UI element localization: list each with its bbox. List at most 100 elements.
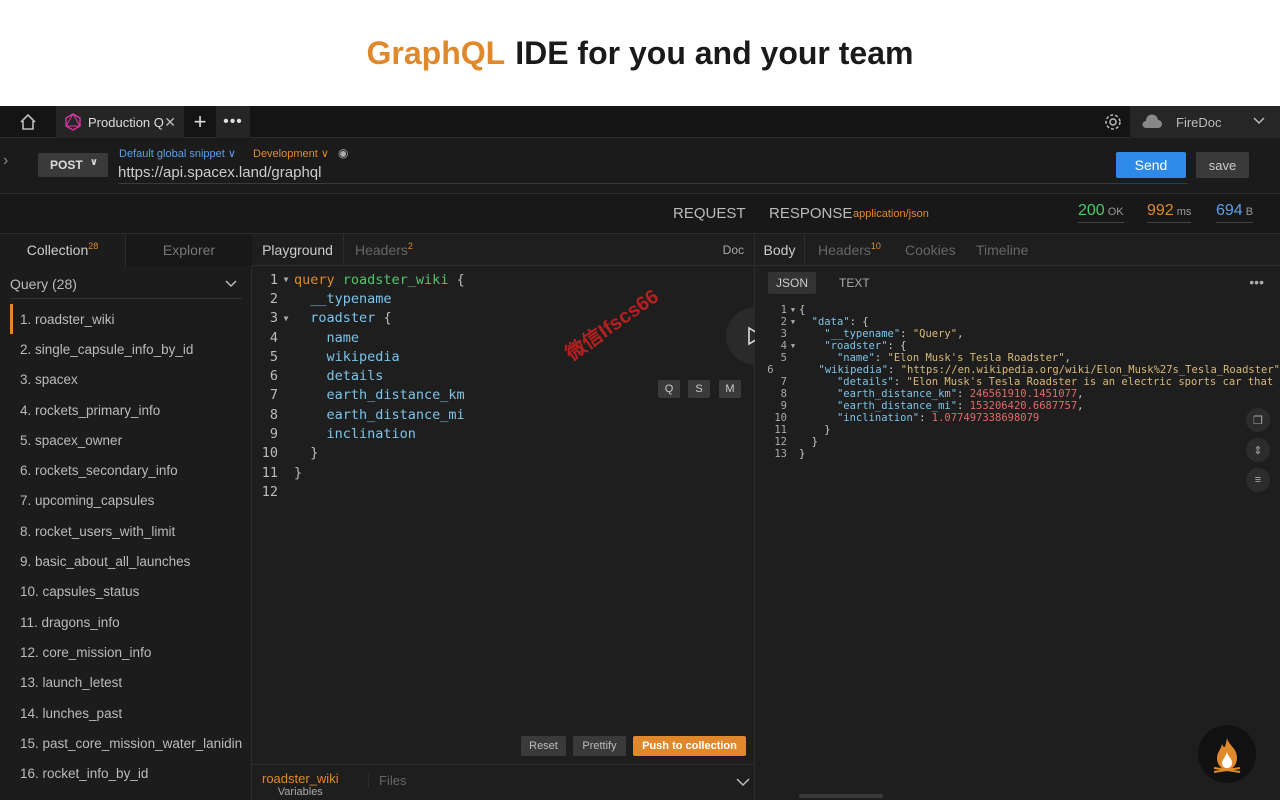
editor-tabs: Playground Headers 2 Doc [252,234,754,266]
more-icon[interactable]: ••• [1249,274,1264,290]
prettify-button[interactable]: Prettify [573,736,626,756]
fire-logo-icon[interactable] [1198,725,1256,783]
status-code: 200 [1078,202,1105,219]
workspace-selector[interactable]: FireDoc [1130,106,1280,138]
list-item[interactable]: 16. rocket_info_by_id [10,758,252,788]
list-item[interactable]: 8. rocket_users_with_limit [10,516,252,546]
editor-bottom-tabs: roadster_wiki Variables Files [252,764,755,800]
code-line: 2 ▼ "data": { [780,316,869,328]
chevron-down-icon [1253,117,1265,125]
mutation-button[interactable]: M [719,380,741,398]
banner-tagline: IDE for you and your team [515,34,914,71]
format-text-button[interactable]: TEXT [839,276,870,290]
tab-timeline[interactable]: Timeline [976,234,1028,266]
list-item[interactable]: 6. rockets_secondary_info [10,455,252,485]
list-item[interactable]: 5. spacex_owner [10,425,252,455]
list-item[interactable]: 4. rockets_primary_info [10,395,252,425]
code-line: 3 "__typename": "Query", [780,328,964,340]
time-unit: ms [1176,206,1192,218]
code-line: 11 } [774,424,831,436]
home-button[interactable] [0,106,56,138]
code-line: 4 name [269,329,360,346]
code-line: 9 "earth_distance_mi": 153206420.6687757… [780,400,1084,412]
tab-collection[interactable]: Collection 28 [0,234,126,266]
environment-label: Development [253,148,318,160]
send-button[interactable]: Send [1116,152,1186,178]
tab-response-headers-label: Headers [818,242,871,258]
push-to-collection-button[interactable]: Push to collection [633,736,746,756]
list-item[interactable]: 9. basic_about_all_launches [10,546,252,576]
response-label: RESPONSE [769,205,853,222]
code-line: 10 "inclination": 1.077497338698079 [774,412,1040,424]
horizontal-scrollbar[interactable] [799,794,883,798]
format-json-button[interactable]: JSON [768,272,816,294]
time-value: 992 [1147,202,1174,219]
wrap-icon[interactable]: ≡ [1246,468,1270,492]
code-line: 12 [261,483,278,500]
url-bar: › POST ∨ Default global snippet ∨ Develo… [0,138,1280,194]
list-item[interactable]: 14. lunches_past [10,698,252,728]
content-type: application/json [853,208,929,220]
code-line: 2 __typename [269,290,392,307]
code-line: 3 ▼ roadster { [269,310,392,327]
list-item[interactable]: 11. dragons_info [10,607,252,637]
query-list: 1. roadster_wiki 2. single_capsule_info_… [10,304,252,789]
tab-production-query[interactable]: Production Q ✕ [56,106,184,138]
subscription-button[interactable]: S [688,380,710,398]
close-icon[interactable]: ✕ [164,114,176,131]
response-panel: Body Headers 10 Cookies Timeline JSON TEX… [755,234,1280,800]
method-label: POST [50,158,83,172]
method-select[interactable]: POST ∨ [38,153,108,177]
chevron-right-icon[interactable]: › [3,152,8,170]
list-item[interactable]: 13. launch_letest [10,668,252,698]
list-item[interactable]: 12. core_mission_info [10,637,252,667]
gear-icon [1105,114,1121,130]
settings-button[interactable] [1098,106,1128,138]
list-item[interactable]: 1. roadster_wiki [10,304,252,335]
response-tabs: Body Headers 10 Cookies Timeline [755,234,1280,266]
home-icon [20,113,36,130]
eye-icon[interactable]: ◉ [338,146,348,160]
tab-cookies[interactable]: Cookies [905,234,956,266]
code-line: 13} [774,448,806,460]
response-body: 1 ▼{ 2 ▼ "data": { 3 "__typename": "Query"… [755,304,1280,460]
more-icon[interactable]: ••• [216,106,250,138]
tab-response-headers[interactable]: Headers 10 [818,234,881,266]
save-button[interactable]: save [1196,152,1249,178]
headers-count: 2 [407,241,413,251]
tab-variables[interactable]: roadster_wiki Variables [262,771,339,798]
code-line: 4 ▼ "roadster": { [780,340,907,352]
tab-files[interactable]: Files [368,773,406,788]
tab-title: Production Q [88,114,164,130]
list-item[interactable]: 15. past_core_mission_water_lanidin [10,728,252,758]
tab-collection-label: Collection [26,242,89,258]
code-line: 5 wikipedia [269,348,400,365]
tab-playground[interactable]: Playground [252,234,344,266]
list-item[interactable]: 7. upcoming_capsules [10,486,252,516]
list-item[interactable]: 10. capsules_status [10,577,252,607]
code-line: 8 "earth_distance_km": 246561910.1451077… [780,388,1084,400]
code-line: 9 inclination [269,426,416,443]
code-line: 6 "wikipedia": "https://en.wikipedia.org… [767,364,1280,376]
tab-body[interactable]: Body [755,234,805,266]
environment-select[interactable]: Development ∨ [253,147,329,160]
copy-icon[interactable]: ❐ [1246,408,1270,432]
fold-icon[interactable]: ⇕ [1246,438,1270,462]
request-label: REQUEST [673,205,746,222]
chevron-down-icon[interactable] [735,775,751,793]
list-item[interactable]: 2. single_capsule_info_by_id [10,334,252,364]
reset-button[interactable]: Reset [521,736,566,756]
query-group-header[interactable]: Query (28) [10,276,242,299]
query-editor-panel: Playground Headers 2 Doc 1 ▼ query roadster… [252,234,755,800]
snippet-select[interactable]: Default global snippet ∨ [119,147,236,160]
doc-button[interactable]: Doc [723,234,744,266]
list-item[interactable]: 3. spacex [10,365,252,395]
tab-headers[interactable]: Headers 2 [355,234,413,266]
query-button[interactable]: Q [658,380,680,398]
variables-query-name: roadster_wiki [262,771,339,786]
url-input[interactable] [118,162,1188,184]
new-tab-button[interactable]: + [186,106,214,138]
workspace-name: FireDoc [1176,114,1222,130]
code-line: 12 } [774,436,818,448]
tab-explorer[interactable]: Explorer [126,234,252,266]
